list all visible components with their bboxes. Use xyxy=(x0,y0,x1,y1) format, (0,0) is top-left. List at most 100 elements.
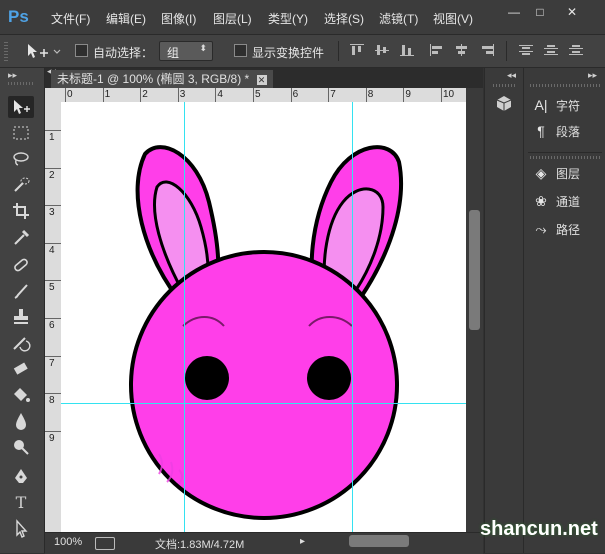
panel-grip[interactable] xyxy=(493,84,515,87)
panel-character[interactable]: A| 字符 xyxy=(532,94,581,116)
ruler-top-label: 8 xyxy=(367,89,374,100)
panel-grip[interactable] xyxy=(530,84,600,87)
menu-image[interactable]: 图像(I) xyxy=(161,10,196,27)
panel-layers-label: 图层 xyxy=(556,167,581,181)
ruler-tick xyxy=(45,167,61,169)
menu-edit[interactable]: 编辑(E) xyxy=(106,10,146,27)
distribute-top-icon[interactable] xyxy=(519,44,533,56)
ruler-tick xyxy=(102,88,104,102)
eraser-tool-icon[interactable] xyxy=(8,358,34,380)
canvas[interactable] xyxy=(61,102,466,532)
clone-stamp-tool-icon[interactable] xyxy=(8,306,34,328)
show-transform-label: 显示变换控件 xyxy=(252,46,325,60)
blur-tool-icon[interactable] xyxy=(8,410,34,432)
collapse-arrows-icon[interactable]: ▸▸ xyxy=(588,70,597,81)
quick-select-tool-icon[interactable] xyxy=(8,174,34,196)
marquee-tool-icon[interactable] xyxy=(8,122,34,144)
left-eye xyxy=(185,356,229,400)
options-grip[interactable] xyxy=(4,41,8,61)
panel-layers[interactable]: ◈ 图层 xyxy=(532,162,580,184)
ruler-left-label: 6 xyxy=(49,320,55,331)
panel-paragraph[interactable]: ¶ 段落 xyxy=(532,120,580,142)
paint-bucket-tool-icon[interactable] xyxy=(8,384,34,406)
collapse-arrows-icon[interactable]: ▸▸ xyxy=(8,70,17,81)
show-transform-checkbox[interactable] xyxy=(234,44,247,57)
horizontal-guide[interactable] xyxy=(61,403,466,404)
ruler-left-label: 8 xyxy=(49,395,55,407)
crop-tool-icon[interactable] xyxy=(8,200,34,222)
ruler-tick xyxy=(140,88,142,102)
ruler-tick xyxy=(365,88,367,102)
distribute-vcenter-icon[interactable] xyxy=(544,44,558,56)
pen-tool-icon[interactable] xyxy=(8,466,34,488)
brush-tool-icon[interactable] xyxy=(8,280,34,302)
panel-grip[interactable] xyxy=(530,156,600,159)
type-tool-icon[interactable]: T xyxy=(8,492,34,514)
close-button[interactable]: ✕ xyxy=(557,5,587,19)
ruler-top-label: 9 xyxy=(405,89,411,100)
panel-paths[interactable]: ⤳ 路径 xyxy=(532,218,580,240)
ruler-top-label: 5 xyxy=(255,89,261,100)
close-icon[interactable]: ✕ xyxy=(256,75,267,85)
minimize-button[interactable]: — xyxy=(503,5,525,19)
menu-select[interactable]: 选择(S) xyxy=(324,10,364,27)
status-info-icon[interactable] xyxy=(95,537,115,550)
options-bar: 自动选择： 组 ⬍ 显示变换控件 xyxy=(0,35,605,68)
panel-paths-label: 路径 xyxy=(556,223,581,237)
options-divider xyxy=(506,41,507,61)
collapse-arrows-icon[interactable]: ◂◂ xyxy=(507,70,516,81)
history-brush-tool-icon[interactable] xyxy=(8,332,34,354)
photoshop-logo: Ps xyxy=(8,7,29,26)
panel-channels[interactable]: ❀ 通道 xyxy=(532,190,580,212)
path-selection-tool-icon[interactable] xyxy=(8,518,34,540)
healing-brush-tool-icon[interactable] xyxy=(8,254,34,276)
chevron-updown-icon: ⬍ xyxy=(199,43,207,53)
ruler-tick xyxy=(403,88,405,102)
align-hcenter-icon[interactable] xyxy=(455,44,469,56)
paragraph-icon: ¶ xyxy=(537,123,545,139)
dodge-tool-icon[interactable] xyxy=(8,436,34,458)
status-menu-arrow-icon[interactable]: ▸ xyxy=(300,536,305,547)
ruler-tick xyxy=(45,430,61,432)
align-vcenter-icon[interactable] xyxy=(375,44,389,56)
align-right-icon[interactable] xyxy=(480,44,494,56)
document-tab[interactable]: 未标题-1 @ 100% (椭圆 3, RGB/8) * ✕ xyxy=(51,70,273,88)
horizontal-ruler[interactable]: 0 1 2 3 4 5 6 7 8 9 10 xyxy=(45,88,466,102)
align-left-icon[interactable] xyxy=(430,44,444,56)
ruler-tick xyxy=(45,280,61,282)
ruler-top-label: 10 xyxy=(443,89,455,100)
menu-file[interactable]: 文件(F) xyxy=(51,10,90,27)
document-tab-bar: ◂◂ 未标题-1 @ 100% (椭圆 3, RGB/8) * ✕ xyxy=(45,66,483,88)
horizontal-scroll-thumb[interactable] xyxy=(349,535,409,547)
menu-layer[interactable]: 图层(L) xyxy=(213,10,252,27)
zoom-level[interactable]: 100% xyxy=(54,536,82,548)
layers-icon: ◈ xyxy=(535,165,547,181)
watermark: shancun.net xyxy=(480,518,598,540)
align-bottom-icon[interactable] xyxy=(400,44,414,56)
status-bar: 100% 文档:1.83M/4.72M ▸ xyxy=(45,532,483,554)
ruler-tick xyxy=(215,88,217,102)
toolbar-grip[interactable] xyxy=(8,82,34,85)
move-tool-preset-icon[interactable] xyxy=(24,41,64,61)
vertical-guide[interactable] xyxy=(352,102,353,532)
ruler-left-label: 1 xyxy=(49,132,55,143)
ruler-left-label: 7 xyxy=(49,357,55,369)
panel-channels-label: 通道 xyxy=(556,195,581,209)
auto-select-checkbox[interactable] xyxy=(75,44,88,57)
restore-button[interactable]: □ xyxy=(529,5,551,19)
eyedropper-tool-icon[interactable] xyxy=(8,226,34,248)
ruler-tick xyxy=(253,88,254,102)
menu-filter[interactable]: 滤镜(T) xyxy=(379,10,418,27)
move-tool-icon[interactable] xyxy=(8,96,34,118)
3d-cube-icon[interactable] xyxy=(494,94,514,112)
menu-type[interactable]: 类型(Y) xyxy=(268,10,308,27)
character-icon: A| xyxy=(534,97,548,113)
vertical-scroll-thumb[interactable] xyxy=(469,210,480,330)
align-top-icon[interactable] xyxy=(350,44,364,56)
vertical-ruler[interactable]: 1 2 3 4 5 6 7 8 9 xyxy=(45,102,61,532)
distribute-bottom-icon[interactable] xyxy=(569,44,583,56)
vertical-guide[interactable] xyxy=(184,102,185,532)
menu-view[interactable]: 视图(V) xyxy=(433,10,473,27)
lasso-tool-icon[interactable] xyxy=(8,148,34,170)
auto-select-dropdown[interactable]: 组 ⬍ xyxy=(159,41,213,61)
